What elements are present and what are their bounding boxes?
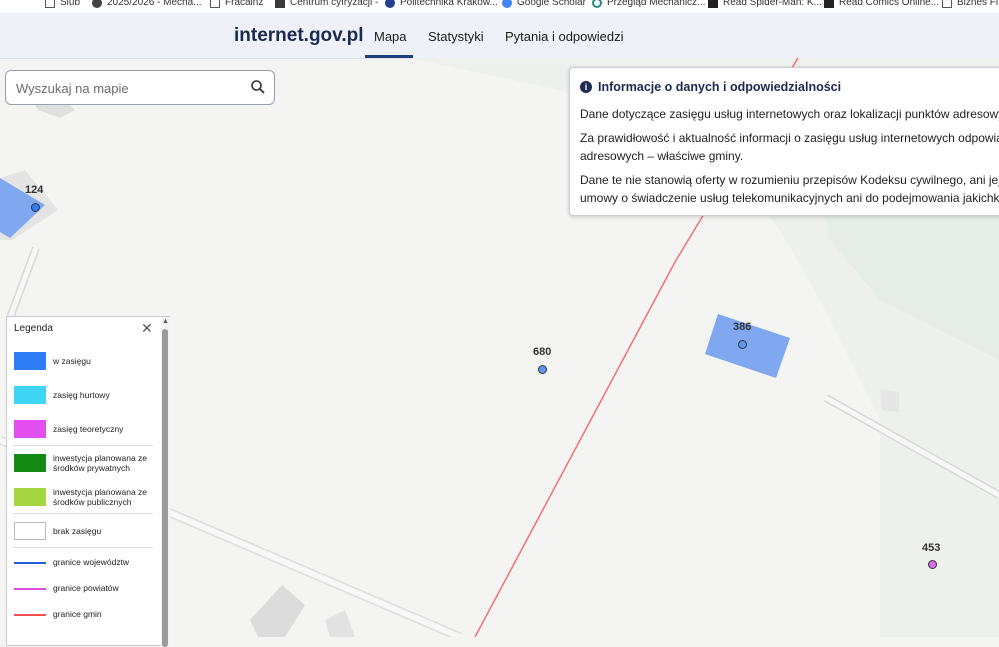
bookmark-item[interactable]: Read Spider-Man: K...: [708, 0, 822, 8]
bookmark-item[interactable]: Fracainz: [210, 0, 263, 8]
info-icon: i: [580, 81, 592, 93]
bookmark-item[interactable]: 2025/2026 - Mecha...: [92, 0, 202, 8]
page-icon: [45, 0, 55, 8]
legend-swatch: [14, 352, 46, 370]
legend-swatch: [14, 522, 46, 540]
page-icon: [210, 0, 220, 8]
search-input[interactable]: Wyszukaj na mapie: [16, 81, 129, 96]
legend-item-label: granice województw: [53, 557, 130, 567]
legend-item-label: zasięg teoretyczny: [53, 424, 124, 434]
legend-title: Legenda: [14, 323, 53, 334]
gear-icon: [592, 0, 602, 8]
comic-icon: [824, 0, 834, 8]
scrollbar-thumb[interactable]: [162, 329, 168, 647]
legend-item-label: inwestycja planowana ze środków publiczn…: [53, 487, 148, 507]
address-label: 386: [733, 321, 752, 333]
bookmark-item[interactable]: Read Comics Online...: [824, 0, 939, 8]
comic-icon: [708, 0, 718, 8]
globe-icon: [385, 0, 395, 8]
legend-panel: Legenda ✕ ▲ w zasięgu zasięg hurtowy zas…: [6, 316, 170, 647]
tab-pytania[interactable]: Pytania i odpowiedzi: [505, 29, 624, 44]
address-point[interactable]: [538, 365, 547, 374]
legend-swatch: [14, 420, 46, 438]
close-icon[interactable]: ✕: [141, 320, 153, 337]
tab-statystyki[interactable]: Statystyki: [428, 29, 484, 44]
image-icon: [275, 0, 285, 8]
globe-icon: [92, 0, 102, 8]
info-paragraph: umowy o świadczenie usług telekomunikacy…: [580, 191, 999, 205]
info-paragraph: adresowych – właściwe gminy.: [580, 149, 744, 163]
legend-swatch: [14, 454, 46, 472]
site-logo[interactable]: internet.gov.pl: [234, 25, 363, 47]
legend-swatch: [14, 386, 46, 404]
legend-item-label: zasięg hurtowy: [53, 390, 110, 400]
info-title: Informacje o danych i odpowiedzialności: [598, 80, 842, 94]
bookmark-item[interactable]: Przegląd Mechanicz...: [592, 0, 705, 8]
search-icon[interactable]: [250, 79, 266, 100]
info-paragraph: Za prawidłowość i aktualność informacji …: [580, 131, 999, 145]
address-point[interactable]: [31, 203, 40, 212]
address-label: 680: [533, 346, 552, 358]
legend-item-label: inwestycja planowana ze środków prywatny…: [53, 453, 148, 473]
bookmark-item[interactable]: Biznes Fi: [942, 0, 998, 8]
legend-line: [14, 614, 46, 616]
bookmark-item[interactable]: Centrum cyfryzacji -: [275, 0, 378, 8]
address-label: 124: [25, 184, 44, 196]
scroll-up-icon[interactable]: ▲: [162, 318, 169, 325]
info-paragraph: Dane dotyczące zasięgu usług internetowy…: [580, 107, 999, 121]
map-search-box[interactable]: Wyszukaj na mapie: [5, 70, 275, 105]
legend-item-label: brak zasięgu: [53, 526, 102, 536]
bookmark-item[interactable]: Slub: [45, 0, 80, 8]
legend-scrollbar[interactable]: ▲: [161, 317, 170, 647]
bookmark-item[interactable]: Politechnika Krakow...: [385, 0, 498, 8]
bookmark-item[interactable]: Google Scholar: [502, 0, 586, 8]
site-header: internet.gov.pl Mapa Statystyki Pytania …: [0, 13, 999, 59]
address-point[interactable]: [738, 340, 747, 349]
bookmarks-bar: Slub 2025/2026 - Mecha... Fracainz Centr…: [0, 0, 999, 13]
legend-line: [14, 588, 46, 590]
legend-divider: [13, 547, 153, 548]
page-icon: [942, 0, 952, 8]
legend-item-label: w zasięgu: [53, 356, 91, 366]
scholar-icon: [502, 0, 512, 8]
legend-line: [14, 562, 46, 564]
info-paragraph: Dane te nie stanowią oferty w rozumieniu…: [580, 173, 999, 187]
legend-swatch: [14, 488, 46, 506]
address-point[interactable]: [928, 560, 937, 569]
address-label: 453: [922, 542, 941, 554]
info-panel: i Informacje o danych i odpowiedzialnośc…: [569, 67, 999, 216]
legend-item-label: granice powiatów: [53, 583, 119, 593]
tab-mapa[interactable]: Mapa: [374, 29, 407, 44]
legend-divider: [13, 513, 153, 514]
legend-divider: [13, 445, 153, 446]
legend-item-label: granice gmin: [53, 609, 102, 619]
